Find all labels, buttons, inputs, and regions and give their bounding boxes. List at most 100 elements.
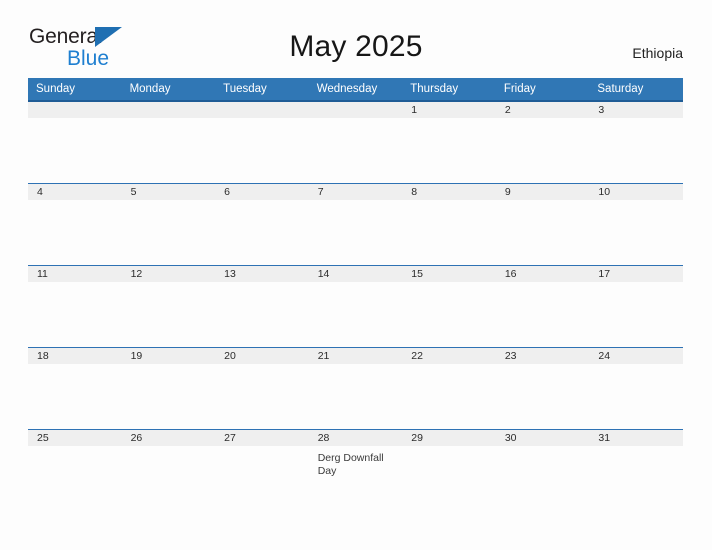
- weekday-header-thursday: Thursday: [402, 78, 496, 102]
- calendar-day-cell[interactable]: 3: [589, 101, 683, 184]
- day-number: 28: [308, 430, 403, 446]
- day-number: 24: [589, 348, 683, 364]
- calendar-header-row: Sunday Monday Tuesday Wednesday Thursday…: [28, 78, 683, 102]
- day-cell-inner: 6: [215, 184, 309, 265]
- calendar-day-cell[interactable]: 6: [215, 183, 309, 266]
- calendar-grid: Sunday Monday Tuesday Wednesday Thursday…: [28, 78, 683, 511]
- day-cell-inner: 30: [495, 430, 590, 511]
- calendar-day-cell[interactable]: 12: [121, 265, 216, 348]
- calendar-day-cell[interactable]: 18: [28, 347, 122, 430]
- calendar-week-row: 25 26 27 28 Derg Downfall Day 29 30 31: [28, 429, 683, 511]
- day-number: [215, 102, 309, 118]
- day-cell-inner: 27: [215, 430, 309, 511]
- calendar-day-cell[interactable]: 26: [121, 429, 216, 511]
- calendar-table: Sunday Monday Tuesday Wednesday Thursday…: [28, 78, 683, 511]
- day-number: 16: [495, 266, 590, 282]
- day-number: 1: [402, 102, 496, 118]
- day-number: 21: [308, 348, 403, 364]
- calendar-day-cell[interactable]: 27: [215, 429, 309, 511]
- calendar-day-cell[interactable]: 4: [28, 183, 122, 266]
- day-number: 10: [589, 184, 683, 200]
- day-cell-inner: 1: [402, 102, 496, 183]
- day-cell-inner: 18: [28, 348, 122, 429]
- weekday-header-monday: Monday: [121, 78, 216, 102]
- day-number: 20: [215, 348, 309, 364]
- calendar-day-cell[interactable]: 30: [495, 429, 590, 511]
- region-label: Ethiopia: [632, 45, 683, 61]
- day-number: 17: [589, 266, 683, 282]
- calendar-day-cell[interactable]: 31: [589, 429, 683, 511]
- calendar-day-cell[interactable]: 25: [28, 429, 122, 511]
- day-cell-inner: 17: [589, 266, 683, 347]
- calendar-page: General Blue May 2025 Ethiopia Sunday Mo…: [0, 0, 712, 550]
- calendar-day-cell[interactable]: 7: [308, 183, 403, 266]
- calendar-day-cell[interactable]: 23: [495, 347, 590, 430]
- calendar-day-cell[interactable]: 1: [402, 101, 496, 184]
- calendar-day-cell[interactable]: 22: [402, 347, 496, 430]
- calendar-day-cell[interactable]: [215, 101, 309, 184]
- day-number: 11: [28, 266, 122, 282]
- calendar-week-row: 18 19 20 21 22 23 24: [28, 347, 683, 430]
- day-cell-inner: 21: [308, 348, 403, 429]
- day-cell-inner: 28 Derg Downfall Day: [308, 430, 403, 511]
- calendar-day-cell[interactable]: 2: [495, 101, 590, 184]
- day-cell-inner: [308, 102, 403, 183]
- day-cell-inner: 10: [589, 184, 683, 265]
- calendar-day-cell[interactable]: 24: [589, 347, 683, 430]
- day-number: 25: [28, 430, 122, 446]
- day-number: [308, 102, 403, 118]
- day-cell-inner: 9: [495, 184, 590, 265]
- calendar-day-cell[interactable]: 11: [28, 265, 122, 348]
- day-number: 26: [121, 430, 216, 446]
- page-title: May 2025: [289, 30, 423, 63]
- day-number: 19: [121, 348, 216, 364]
- day-cell-inner: 19: [121, 348, 216, 429]
- calendar-day-cell[interactable]: 17: [589, 265, 683, 348]
- day-cell-inner: 23: [495, 348, 590, 429]
- day-number: [28, 102, 122, 118]
- calendar-week-row: 123: [28, 101, 683, 184]
- day-cell-inner: 13: [215, 266, 309, 347]
- event-label[interactable]: Derg Downfall Day: [318, 452, 399, 478]
- day-number: 31: [589, 430, 683, 446]
- day-number: 5: [121, 184, 216, 200]
- calendar-day-cell[interactable]: 19: [121, 347, 216, 430]
- day-number: 27: [215, 430, 309, 446]
- day-cell-inner: 2: [495, 102, 590, 183]
- day-cell-inner: 26: [121, 430, 216, 511]
- calendar-day-cell[interactable]: 10: [589, 183, 683, 266]
- day-number: 8: [402, 184, 496, 200]
- day-cell-inner: 3: [589, 102, 683, 183]
- day-cell-inner: 31: [589, 430, 683, 511]
- day-number: 3: [589, 102, 683, 118]
- day-cell-inner: 14: [308, 266, 403, 347]
- calendar-day-cell[interactable]: [308, 101, 403, 184]
- calendar-day-cell[interactable]: [28, 101, 122, 184]
- calendar-day-cell[interactable]: [121, 101, 216, 184]
- calendar-day-cell[interactable]: 5: [121, 183, 216, 266]
- day-cell-inner: 11: [28, 266, 122, 347]
- day-cell-inner: 5: [121, 184, 216, 265]
- calendar-day-cell[interactable]: 16: [495, 265, 590, 348]
- day-cell-inner: 24: [589, 348, 683, 429]
- day-cell-inner: 4: [28, 184, 122, 265]
- day-cell-inner: 22: [402, 348, 496, 429]
- calendar-day-cell[interactable]: 15: [402, 265, 496, 348]
- calendar-day-cell[interactable]: 8: [402, 183, 496, 266]
- day-number: 18: [28, 348, 122, 364]
- day-cell-inner: 12: [121, 266, 216, 347]
- day-number: 2: [495, 102, 590, 118]
- day-cell-inner: [215, 102, 309, 183]
- day-cell-inner: [121, 102, 216, 183]
- day-number: 23: [495, 348, 590, 364]
- calendar-day-cell[interactable]: 21: [308, 347, 403, 430]
- weekday-header-wednesday: Wednesday: [308, 78, 403, 102]
- day-number: 22: [402, 348, 496, 364]
- calendar-day-cell[interactable]: 14: [308, 265, 403, 348]
- calendar-day-cell[interactable]: 13: [215, 265, 309, 348]
- calendar-day-cell[interactable]: 9: [495, 183, 590, 266]
- calendar-day-cell[interactable]: 28 Derg Downfall Day: [308, 429, 403, 511]
- day-cell-inner: 20: [215, 348, 309, 429]
- calendar-day-cell[interactable]: 20: [215, 347, 309, 430]
- calendar-day-cell[interactable]: 29: [402, 429, 496, 511]
